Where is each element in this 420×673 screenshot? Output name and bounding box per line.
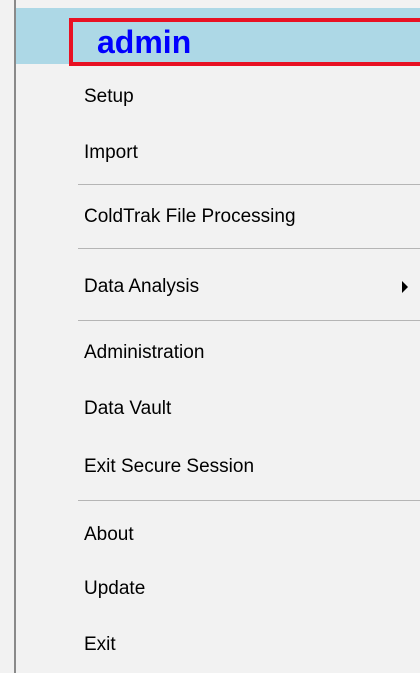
submenu-arrow-icon	[402, 281, 408, 293]
current-user-label: admin	[69, 18, 420, 66]
menu-item-exit[interactable]: Exit	[16, 620, 420, 670]
menu-header: admin	[16, 8, 420, 66]
menu-item-about[interactable]: About	[16, 510, 420, 560]
menu-separator	[78, 320, 420, 321]
context-menu: admin Setup Import ColdTrak File Process…	[0, 0, 420, 673]
menu-item-setup[interactable]: Setup	[16, 72, 420, 122]
menu-item-label: Data Analysis	[84, 276, 200, 297]
menu-item-label: Import	[84, 142, 138, 163]
menu-separator	[78, 500, 420, 501]
menu-item-data-analysis[interactable]: Data Analysis	[16, 262, 420, 312]
menu-item-import[interactable]: Import	[16, 128, 420, 178]
menu-item-label: ColdTrak File Processing	[84, 206, 296, 227]
menu-item-update[interactable]: Update	[16, 564, 420, 614]
menu-separator	[78, 248, 420, 249]
menu-item-data-vault[interactable]: Data Vault	[16, 384, 420, 434]
menu-item-label: Data Vault	[84, 398, 172, 419]
menu-item-coldtrak-file-processing[interactable]: ColdTrak File Processing	[16, 192, 420, 242]
menu-item-label: Exit	[84, 634, 116, 655]
menu-item-administration[interactable]: Administration	[16, 328, 420, 378]
menu-item-label: Administration	[84, 342, 205, 363]
menu-item-label: Exit Secure Session	[84, 456, 255, 477]
menu-separator	[78, 184, 420, 185]
menu-item-label: Setup	[84, 86, 134, 107]
menu-item-label: About	[84, 524, 134, 545]
menu-item-exit-secure-session[interactable]: Exit Secure Session	[16, 442, 420, 492]
menu-item-label: Update	[84, 578, 146, 599]
